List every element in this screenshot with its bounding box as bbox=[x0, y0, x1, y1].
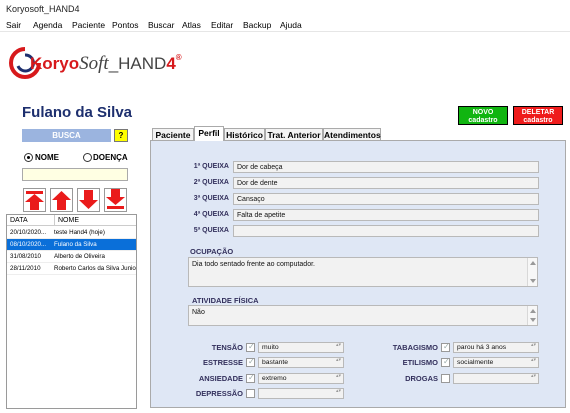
depression-checkbox[interactable] bbox=[246, 389, 255, 398]
complaint-3-field[interactable]: Cansaço bbox=[233, 193, 539, 205]
menu-ajuda[interactable]: Ajuda bbox=[280, 18, 302, 32]
physical-activity-textarea[interactable]: Não bbox=[188, 305, 538, 326]
list-item[interactable]: 31/08/2010 Alberto de Oliveira bbox=[7, 251, 136, 263]
menu-sair[interactable]: Sair bbox=[6, 18, 21, 32]
scrollbar[interactable] bbox=[527, 258, 537, 286]
drugs-select[interactable] bbox=[453, 373, 539, 384]
anxiety-checkbox[interactable] bbox=[246, 373, 255, 383]
smoking-checkbox[interactable] bbox=[441, 342, 450, 352]
menu-bar: Sair Agenda Paciente Pontos Buscar Atlas… bbox=[0, 18, 570, 32]
radio-disease-label: DOENÇA bbox=[93, 153, 128, 162]
depression-select[interactable] bbox=[258, 388, 344, 399]
occupation-label: OCUPAÇÃO bbox=[190, 247, 234, 256]
column-date[interactable]: DATA bbox=[10, 215, 28, 226]
down-icon bbox=[79, 190, 98, 209]
stress-select[interactable]: bastante bbox=[258, 357, 344, 368]
new-record-button[interactable]: NOVO cadastro bbox=[458, 106, 508, 125]
menu-atlas[interactable]: Atlas bbox=[182, 18, 201, 32]
delete-record-button[interactable]: DELETAR cadastro bbox=[513, 106, 563, 125]
menu-pontos[interactable]: Pontos bbox=[112, 18, 138, 32]
alcohol-select[interactable]: socialmente bbox=[453, 357, 539, 368]
list-item[interactable]: 20/10/2020... teste Hand4 (hoje) bbox=[7, 227, 136, 239]
scrollbar[interactable] bbox=[527, 306, 537, 325]
depression-label: DEPRESSÃO bbox=[195, 389, 243, 398]
stress-checkbox[interactable] bbox=[246, 357, 255, 367]
logo-wordmark: KoryoSoft_HAND4® bbox=[30, 53, 182, 74]
next-record-button[interactable] bbox=[77, 188, 100, 212]
smoking-select[interactable]: parou há 3 anos bbox=[453, 342, 539, 353]
alcohol-label: ETILISMO bbox=[402, 358, 438, 367]
up-icon bbox=[52, 191, 71, 210]
complaint-3-label: 3ª QUEIXA bbox=[193, 195, 229, 202]
list-item-selected[interactable]: 08/10/2020... Fulano da Silva bbox=[7, 239, 136, 251]
drugs-label: DROGAS bbox=[405, 374, 438, 383]
first-icon bbox=[25, 191, 44, 210]
menu-agenda[interactable]: Agenda bbox=[33, 18, 62, 32]
complaint-2-label: 2ª QUEIXA bbox=[193, 179, 229, 186]
complaint-1-label: 1ª QUEIXA bbox=[193, 163, 229, 170]
radio-name-label: NOME bbox=[35, 153, 59, 162]
koryosoft-logo: KoryoSoft_HAND4® bbox=[8, 42, 182, 82]
list-item[interactable]: 28/11/2010 Roberto Carlos da Silva Junio bbox=[7, 263, 136, 275]
window-title: Koryosoft_HAND4 bbox=[0, 0, 570, 18]
help-button[interactable]: ? bbox=[114, 129, 128, 142]
patient-list-header: DATA NOME bbox=[7, 215, 136, 226]
search-label: BUSCA bbox=[22, 129, 111, 142]
complaint-1-field[interactable]: Dor de cabeça bbox=[233, 161, 539, 173]
search-input[interactable] bbox=[22, 168, 128, 181]
tension-select[interactable]: muito bbox=[258, 342, 344, 353]
radio-disease[interactable] bbox=[83, 153, 92, 162]
patient-list[interactable]: DATA NOME 20/10/2020... teste Hand4 (hoje… bbox=[6, 214, 137, 409]
occupation-textarea[interactable]: Dia todo sentado frente ao computador. bbox=[188, 257, 538, 287]
menu-buscar[interactable]: Buscar bbox=[148, 18, 174, 32]
menu-paciente[interactable]: Paciente bbox=[72, 18, 105, 32]
alcohol-checkbox[interactable] bbox=[441, 357, 450, 367]
menu-backup[interactable]: Backup bbox=[243, 18, 271, 32]
complaint-2-field[interactable]: Dor de dente bbox=[233, 177, 539, 189]
complaint-5-field[interactable] bbox=[233, 225, 539, 237]
first-record-button[interactable] bbox=[23, 188, 46, 212]
drugs-checkbox[interactable] bbox=[441, 374, 450, 383]
last-record-button[interactable] bbox=[104, 188, 127, 212]
previous-record-button[interactable] bbox=[50, 188, 73, 212]
smoking-label: TABAGISMO bbox=[392, 343, 438, 352]
last-icon bbox=[106, 189, 125, 209]
anxiety-select[interactable]: extremo bbox=[258, 373, 344, 384]
profile-panel: 1ª QUEIXA Dor de cabeça 2ª QUEIXA Dor de… bbox=[150, 140, 566, 408]
tension-checkbox[interactable] bbox=[246, 342, 255, 352]
complaint-4-label: 4ª QUEIXA bbox=[193, 211, 229, 218]
stress-label: ESTRESSE bbox=[202, 358, 243, 367]
column-name[interactable]: NOME bbox=[54, 215, 79, 226]
physical-activity-label: ATIVIDADE FÍSICA bbox=[192, 296, 259, 305]
complaint-5-label: 5ª QUEIXA bbox=[193, 227, 229, 234]
tension-label: TENSÃO bbox=[211, 343, 243, 352]
anxiety-label: ANSIEDADE bbox=[198, 374, 243, 383]
radio-name[interactable] bbox=[24, 153, 33, 162]
menu-editar[interactable]: Editar bbox=[211, 18, 233, 32]
complaint-4-field[interactable]: Falta de apetite bbox=[233, 209, 539, 221]
tab-perfil[interactable]: Perfil bbox=[194, 126, 224, 141]
patient-name-heading: Fulano da Silva bbox=[22, 104, 133, 121]
